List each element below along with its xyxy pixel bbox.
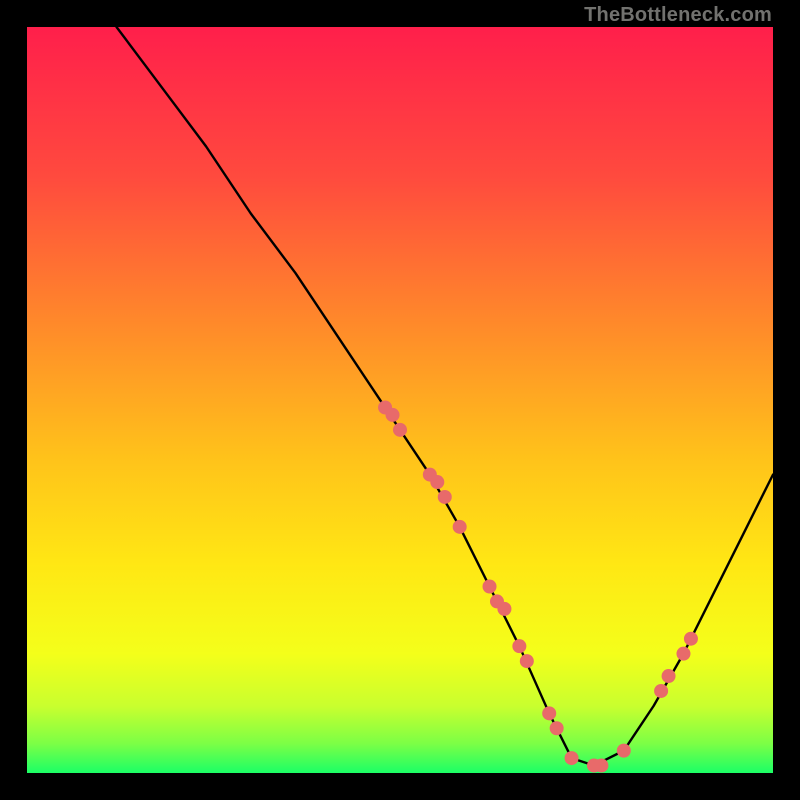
chart-frame [27,27,773,773]
watermark-text: TheBottleneck.com [584,4,772,27]
chart-background-gradient [27,27,773,773]
